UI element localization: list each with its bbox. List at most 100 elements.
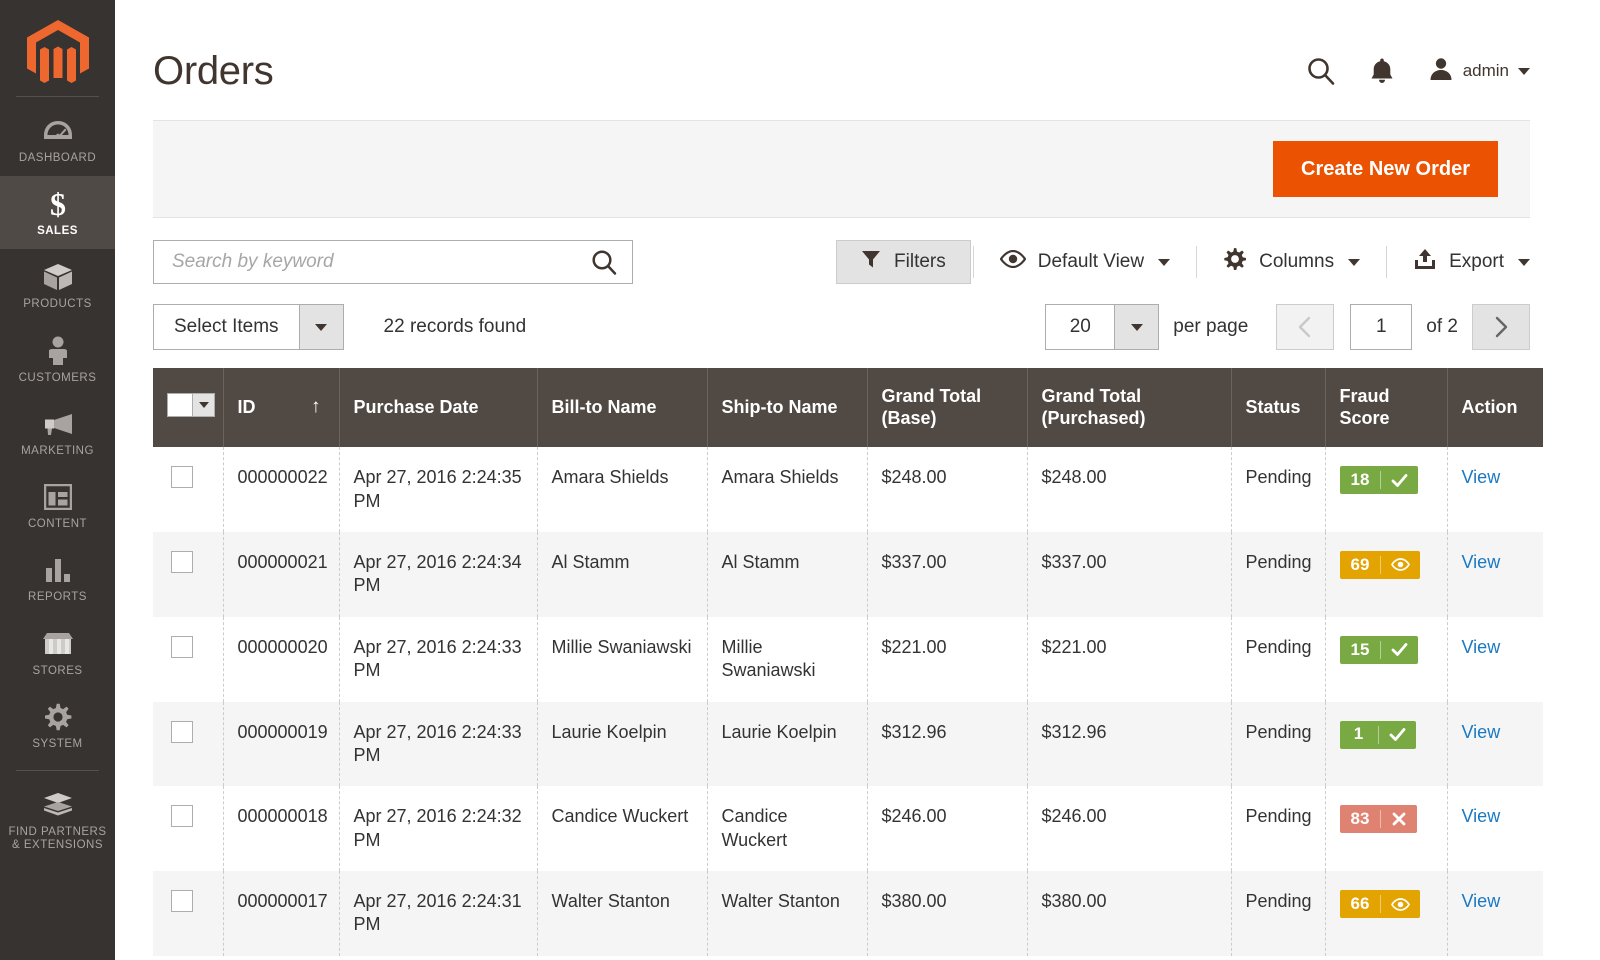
grid-subtoolbar: Select Items 22 records found 20 per pag…: [153, 304, 1530, 350]
column-header-ship-to-name[interactable]: Ship-to Name: [707, 368, 867, 447]
cell-action[interactable]: View: [1447, 786, 1543, 871]
row-select-cell[interactable]: [153, 447, 223, 532]
cell-grand-total-base: $221.00: [867, 617, 1027, 702]
sidebar-item-sales[interactable]: $ SALES: [0, 176, 115, 249]
page-number-input[interactable]: [1350, 304, 1412, 350]
create-new-order-button[interactable]: Create New Order: [1273, 141, 1498, 197]
cell-grand-total-purchased: $246.00: [1027, 786, 1231, 871]
toolbar-divider: [973, 246, 974, 278]
column-header-bill-to-name[interactable]: Bill-to Name: [537, 368, 707, 447]
toolbar-divider: [1196, 246, 1197, 278]
chevron-down-icon: [1158, 259, 1170, 266]
chevron-down-icon: [1114, 305, 1158, 349]
chevron-down-icon: [299, 305, 343, 349]
row-select-cell[interactable]: [153, 786, 223, 871]
magento-logo[interactable]: [0, 10, 115, 96]
stacked-boxes-icon: [4, 790, 111, 820]
sidebar-item-customers[interactable]: CUSTOMERS: [0, 323, 115, 396]
previous-page-button[interactable]: [1276, 304, 1334, 350]
table-row[interactable]: 000000018Apr 27, 2016 2:24:32 PMCandice …: [153, 786, 1543, 871]
filters-button[interactable]: Filters: [836, 240, 971, 284]
table-header-row: ID ↑ Purchase Date Bill-to Name Ship-to …: [153, 368, 1543, 447]
row-checkbox[interactable]: [171, 890, 193, 912]
cell-action[interactable]: View: [1447, 447, 1543, 532]
sidebar-item-content[interactable]: CONTENT: [0, 469, 115, 542]
fraud-score-badge: 15: [1340, 636, 1419, 664]
column-header-grand-total-base[interactable]: Grand Total (Base): [867, 368, 1027, 447]
table-row[interactable]: 000000021Apr 27, 2016 2:24:34 PMAl Stamm…: [153, 532, 1543, 617]
gtp-line1: Grand Total: [1042, 386, 1142, 406]
gear-icon: [4, 702, 111, 732]
sidebar-item-reports[interactable]: REPORTS: [0, 542, 115, 615]
columns-dropdown[interactable]: Columns: [1199, 240, 1384, 284]
table-row[interactable]: 000000017Apr 27, 2016 2:24:31 PMWalter S…: [153, 871, 1543, 956]
fraud-score-badge: 83: [1340, 805, 1418, 833]
gtb-line2: (Base): [882, 408, 937, 428]
cell-bill-to-name: Laurie Koelpin: [537, 702, 707, 787]
view-order-link[interactable]: View: [1462, 891, 1501, 911]
search-input[interactable]: [172, 251, 590, 273]
orders-grid-wrapper: ID ↑ Purchase Date Bill-to Name Ship-to …: [153, 368, 1530, 956]
column-header-status[interactable]: Status: [1231, 368, 1325, 447]
main-sidebar: DASHBOARD $ SALES PRODUCTS: [0, 0, 115, 960]
view-order-link[interactable]: View: [1462, 806, 1501, 826]
cell-action[interactable]: View: [1447, 702, 1543, 787]
sidebar-item-find-partners-extensions[interactable]: FIND PARTNERS & EXTENSIONS: [0, 777, 115, 863]
cell-action[interactable]: View: [1447, 532, 1543, 617]
view-order-link[interactable]: View: [1462, 552, 1501, 572]
table-row[interactable]: 000000020Apr 27, 2016 2:24:33 PMMillie S…: [153, 617, 1543, 702]
default-view-dropdown[interactable]: Default View: [976, 240, 1194, 284]
eye-icon: [1000, 250, 1026, 274]
sidebar-item-system[interactable]: SYSTEM: [0, 689, 115, 762]
next-page-button[interactable]: [1472, 304, 1530, 350]
admin-user-menu[interactable]: admin: [1428, 56, 1530, 87]
search-submit-icon[interactable]: [590, 248, 618, 276]
row-checkbox[interactable]: [171, 636, 193, 658]
sidebar-item-marketing[interactable]: MARKETING: [0, 396, 115, 469]
column-header-grand-total-purchased[interactable]: Grand Total (Purchased): [1027, 368, 1231, 447]
column-header-id[interactable]: ID ↑: [223, 368, 339, 447]
search-keyword-box[interactable]: [153, 240, 633, 284]
cell-ship-to-name: Candice Wuckert: [707, 786, 867, 871]
fraud-score-badge: 66: [1340, 890, 1421, 918]
admin-page: DASHBOARD $ SALES PRODUCTS: [0, 0, 1600, 960]
cell-action[interactable]: View: [1447, 871, 1543, 956]
row-select-cell[interactable]: [153, 617, 223, 702]
row-select-cell[interactable]: [153, 871, 223, 956]
select-items-dropdown[interactable]: Select Items: [153, 304, 344, 350]
export-upload-icon: [1413, 248, 1437, 276]
sidebar-item-products[interactable]: PRODUCTS: [0, 249, 115, 322]
export-dropdown[interactable]: Export: [1389, 240, 1530, 284]
row-select-cell[interactable]: [153, 532, 223, 617]
view-order-link[interactable]: View: [1462, 722, 1501, 742]
check-icon: [1379, 726, 1416, 743]
funnel-icon: [861, 249, 881, 275]
select-all-checkbox-dropdown[interactable]: [167, 393, 215, 417]
search-icon[interactable]: [1306, 56, 1336, 86]
cell-id: 000000021: [223, 532, 339, 617]
row-checkbox[interactable]: [171, 721, 193, 743]
storefront-icon: [4, 629, 111, 659]
view-order-link[interactable]: View: [1462, 467, 1501, 487]
table-row[interactable]: 000000019Apr 27, 2016 2:24:33 PMLaurie K…: [153, 702, 1543, 787]
cell-action[interactable]: View: [1447, 617, 1543, 702]
column-header-purchase-date[interactable]: Purchase Date: [339, 368, 537, 447]
select-all-checkbox[interactable]: [168, 394, 192, 416]
cell-purchase-date: Apr 27, 2016 2:24:34 PM: [339, 532, 537, 617]
row-select-cell[interactable]: [153, 702, 223, 787]
table-row[interactable]: 000000022Apr 27, 2016 2:24:35 PMAmara Sh…: [153, 447, 1543, 532]
sidebar-item-dashboard[interactable]: DASHBOARD: [0, 103, 115, 176]
per-page-dropdown[interactable]: 20: [1045, 304, 1159, 350]
row-checkbox[interactable]: [171, 551, 193, 573]
chevron-down-icon: [1518, 68, 1530, 75]
pagination-controls: 20 per page of 2: [1045, 304, 1530, 350]
chevron-down-icon[interactable]: [192, 394, 214, 416]
sidebar-item-stores[interactable]: STORES: [0, 616, 115, 689]
column-header-action: Action: [1447, 368, 1543, 447]
row-checkbox[interactable]: [171, 466, 193, 488]
bell-icon[interactable]: [1370, 57, 1394, 85]
cell-id: 000000019: [223, 702, 339, 787]
view-order-link[interactable]: View: [1462, 637, 1501, 657]
column-header-fraud-score[interactable]: Fraud Score: [1325, 368, 1447, 447]
row-checkbox[interactable]: [171, 805, 193, 827]
